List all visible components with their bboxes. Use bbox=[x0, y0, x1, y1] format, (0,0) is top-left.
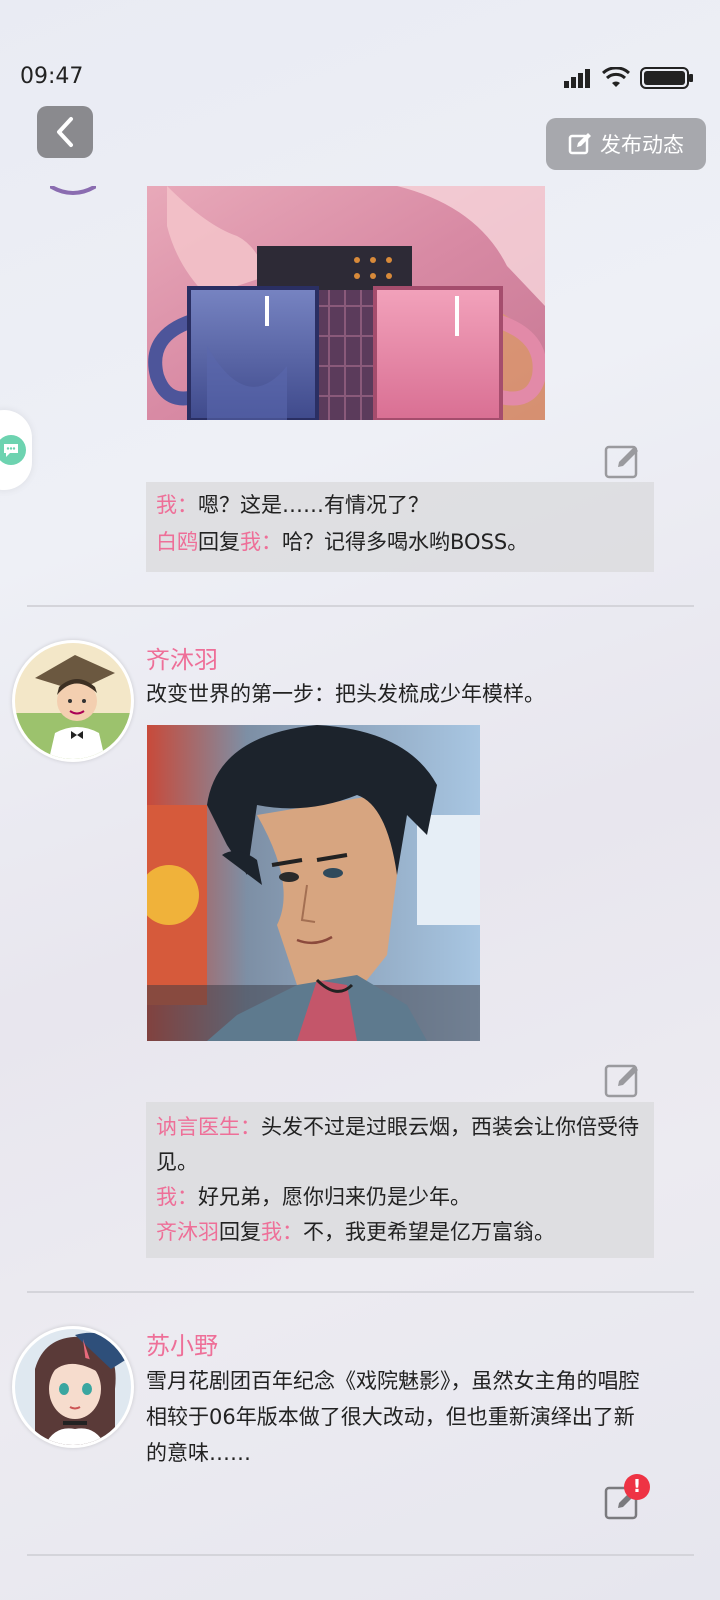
wifi-icon bbox=[602, 67, 630, 87]
comment-item: 白鸥回复我：哈？记得多喝水哟BOSS。 bbox=[156, 530, 529, 554]
comment-author[interactable]: 我 bbox=[156, 493, 177, 517]
post-image-mugs[interactable] bbox=[147, 186, 545, 420]
comment-text: 哈？记得多喝水哟BOSS。 bbox=[282, 530, 529, 554]
comment-list: 我：嗯？这是……有情况了？ 白鸥回复我：哈？记得多喝水哟BOSS。 bbox=[146, 482, 654, 572]
post-text: 改变世界的第一步：把头发梳成少年模样。 bbox=[146, 682, 545, 706]
edit-icon bbox=[568, 133, 591, 155]
avatar-fragment bbox=[50, 186, 96, 195]
post-divider bbox=[27, 1291, 694, 1293]
avatar[interactable] bbox=[12, 1326, 134, 1448]
status-time: 09:47 bbox=[20, 64, 84, 89]
reply-word: 回复 bbox=[219, 1220, 261, 1244]
comment-item: 齐沐羽回复我：不，我更希望是亿万富翁。 bbox=[156, 1220, 555, 1244]
back-button[interactable] bbox=[37, 106, 93, 158]
post-divider bbox=[27, 605, 694, 607]
comment-author[interactable]: 白鸥 bbox=[156, 530, 198, 554]
post-divider bbox=[27, 1554, 694, 1556]
status-bar: 09:47 bbox=[0, 0, 720, 100]
comment-text: 嗯？这是……有情况了？ bbox=[198, 493, 429, 517]
comment-item: 我：嗯？这是……有情况了？ bbox=[156, 493, 429, 517]
status-icons bbox=[564, 66, 694, 90]
comment-list: 讷言医生：头发不过是过眼云烟，西装会让你倍受待见。 我：好兄弟，愿你归来仍是少年… bbox=[146, 1102, 654, 1258]
battery-icon bbox=[640, 67, 693, 89]
reply-word: 回复 bbox=[198, 530, 240, 554]
post-text: 雪月花剧团百年纪念《戏院魅影》，虽然女主角的唱腔相较于06年版本做了很大改动，但… bbox=[146, 1369, 640, 1465]
back-icon bbox=[57, 117, 73, 147]
notification-badge: ! bbox=[624, 1474, 650, 1500]
reply-target[interactable]: 我 bbox=[261, 1220, 282, 1244]
comment-item: 讷言医生：头发不过是过眼云烟，西装会让你倍受待见。 bbox=[156, 1115, 639, 1174]
post-author-name[interactable]: 齐沐羽 bbox=[146, 640, 218, 675]
signal-icon bbox=[564, 69, 590, 88]
publish-label: 发布动态 bbox=[600, 133, 684, 157]
chat-icon bbox=[0, 435, 26, 465]
comment-text: 不，我更希望是亿万富翁。 bbox=[303, 1220, 555, 1244]
comment-author[interactable]: 我 bbox=[156, 1185, 177, 1209]
post-image-portrait[interactable] bbox=[147, 725, 480, 1041]
comment-item: 我：好兄弟，愿你归来仍是少年。 bbox=[156, 1185, 471, 1209]
publish-post-button[interactable]: 发布动态 bbox=[546, 118, 706, 170]
post-author-name[interactable]: 苏小野 bbox=[146, 1326, 218, 1361]
comment-text: 好兄弟，愿你归来仍是少年。 bbox=[198, 1185, 471, 1209]
comment-edit-icon[interactable] bbox=[604, 443, 640, 479]
reply-target[interactable]: 我 bbox=[240, 530, 261, 554]
comment-author[interactable]: 讷言医生 bbox=[156, 1115, 240, 1139]
floating-chat-button[interactable] bbox=[0, 410, 32, 490]
comment-edit-icon[interactable] bbox=[604, 1062, 640, 1098]
avatar[interactable] bbox=[12, 640, 134, 762]
comment-author[interactable]: 齐沐羽 bbox=[156, 1220, 219, 1244]
